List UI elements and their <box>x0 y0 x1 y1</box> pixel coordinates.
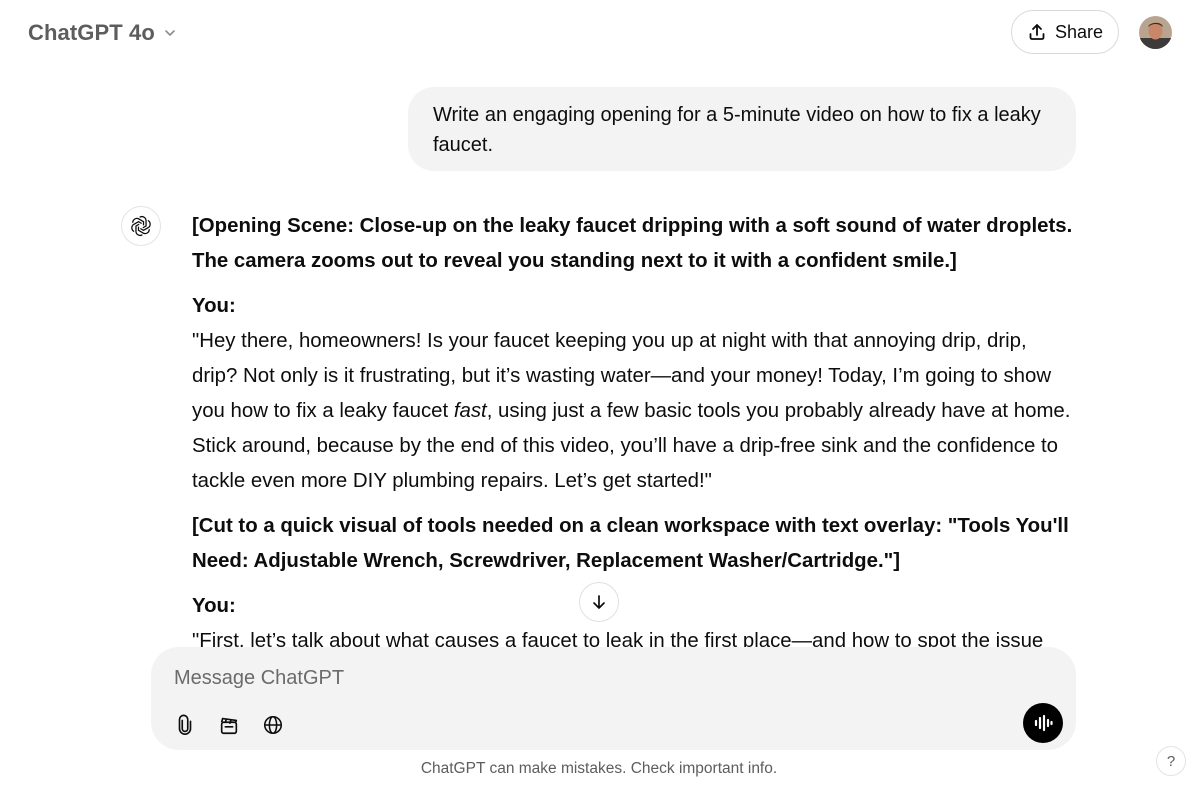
message-input[interactable] <box>174 663 974 693</box>
voice-wave-icon <box>1033 713 1053 733</box>
tools-button[interactable] <box>214 710 244 740</box>
user-message: Write an engaging opening for a 5-minute… <box>408 87 1076 171</box>
upload-icon <box>1027 22 1047 42</box>
avatar[interactable] <box>1139 16 1172 49</box>
assistant-message: [Opening Scene: Close-up on the leaky fa… <box>192 209 1077 649</box>
globe-icon <box>262 714 284 736</box>
chevron-down-icon <box>163 26 177 40</box>
share-button[interactable]: Share <box>1011 10 1119 54</box>
dialogue-paragraph: "Hey there, homeowners! Is your faucet k… <box>192 324 1077 499</box>
dialogue-emphasis: fast <box>453 400 487 422</box>
help-button[interactable]: ? <box>1156 746 1186 776</box>
speaker-label: You: <box>192 295 236 317</box>
scene-direction: [Opening Scene: Close-up on the leaky fa… <box>192 215 1073 272</box>
model-title: ChatGPT 4o <box>28 20 155 45</box>
clapperboard-icon <box>218 714 240 736</box>
paperclip-icon <box>174 714 196 736</box>
composer <box>151 647 1076 750</box>
model-switcher[interactable]: ChatGPT 4o <box>16 12 189 54</box>
share-label: Share <box>1054 21 1104 42</box>
search-web-button[interactable] <box>258 710 288 740</box>
attach-button[interactable] <box>170 710 200 740</box>
scene-direction: [Cut to a quick visual of tools needed o… <box>192 515 1069 572</box>
speaker-label: You: <box>192 595 236 617</box>
arrow-down-icon <box>590 593 608 611</box>
openai-logo-icon <box>121 206 161 246</box>
disclaimer-text: ChatGPT can make mistakes. Check importa… <box>420 760 778 777</box>
dialogue-paragraph: "First, let’s talk about what causes a f… <box>192 630 1044 649</box>
voice-mode-button[interactable] <box>1023 703 1063 743</box>
scroll-to-bottom-button[interactable] <box>579 582 619 622</box>
